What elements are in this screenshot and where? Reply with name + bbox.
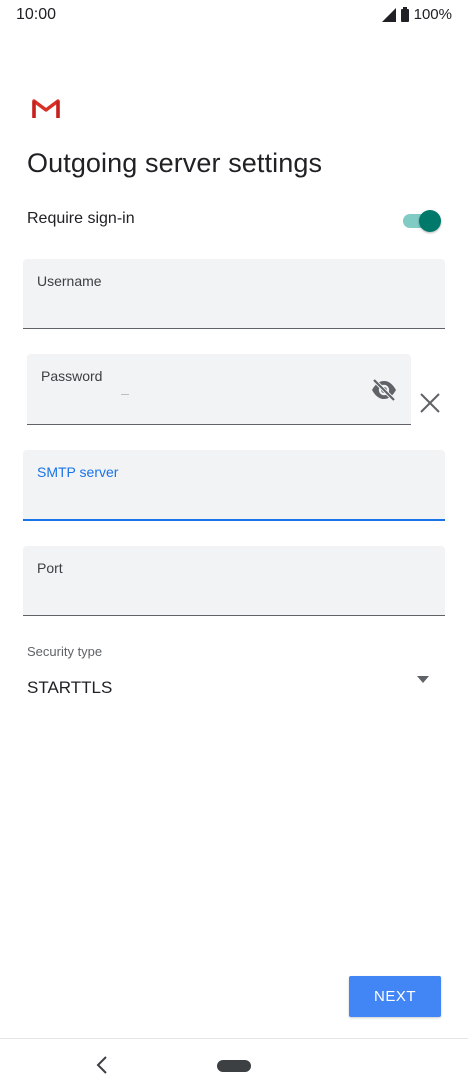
battery-icon bbox=[400, 7, 409, 22]
dropdown-arrow-icon bbox=[417, 676, 429, 683]
security-type-value: STARTTLS bbox=[27, 678, 113, 697]
security-type-select[interactable]: STARTTLS bbox=[27, 670, 441, 704]
password-field[interactable]: Password bbox=[27, 354, 411, 425]
status-bar: 10:00 100% bbox=[0, 0, 468, 30]
battery-percent: 100% bbox=[413, 6, 452, 23]
port-field[interactable]: Port bbox=[23, 546, 445, 616]
signal-icon bbox=[381, 7, 396, 22]
page-title: Outgoing server settings bbox=[27, 148, 323, 178]
require-signin-label: Require sign-in bbox=[27, 210, 135, 227]
screen: 10:00 100% Outgoing server settings Requ… bbox=[0, 0, 468, 1092]
next-button[interactable]: NEXT bbox=[349, 976, 441, 1017]
require-signin-toggle[interactable] bbox=[401, 209, 441, 232]
status-time: 10:00 bbox=[16, 6, 57, 23]
username-field[interactable]: Username bbox=[23, 259, 445, 329]
require-signin-row: Require sign-in bbox=[27, 205, 441, 235]
port-label: Port bbox=[37, 560, 63, 576]
password-label: Password bbox=[41, 368, 103, 384]
gmail-logo bbox=[32, 99, 60, 118]
toggle-thumb bbox=[419, 210, 441, 232]
close-icon[interactable] bbox=[419, 392, 441, 414]
security-type-label: Security type bbox=[27, 644, 103, 659]
visibility-off-icon[interactable] bbox=[371, 378, 397, 402]
smtp-server-label: SMTP server bbox=[37, 464, 119, 480]
navigation-bar bbox=[0, 1038, 468, 1092]
back-icon[interactable] bbox=[92, 1053, 112, 1077]
home-pill[interactable] bbox=[217, 1060, 251, 1072]
username-label: Username bbox=[37, 273, 102, 289]
status-icons: 100% bbox=[381, 6, 452, 23]
smtp-server-field[interactable]: SMTP server bbox=[23, 450, 445, 521]
password-value bbox=[121, 394, 129, 395]
